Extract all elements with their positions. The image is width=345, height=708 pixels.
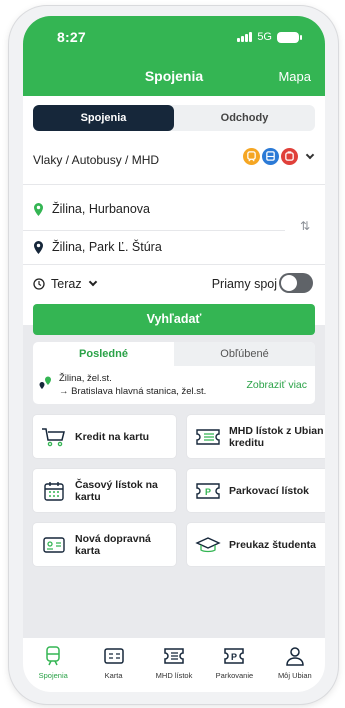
- app-header: 8:27 5G Spojenia Mapa: [23, 16, 325, 96]
- recent-tabs: Posledné Obľúbené: [33, 342, 315, 366]
- tile-label: Preukaz študenta: [229, 538, 316, 551]
- direct-toggle[interactable]: [279, 273, 313, 293]
- route-icon: [39, 376, 51, 389]
- time-select[interactable]: Teraz: [23, 273, 143, 295]
- to-field[interactable]: Žilina, Park Ľ. Štúra: [33, 236, 293, 258]
- to-value: Žilina, Park Ľ. Štúra: [52, 240, 162, 254]
- nav-connections[interactable]: Spojenia: [23, 638, 83, 692]
- tab-departures[interactable]: Odchody: [174, 105, 315, 131]
- recent-item-from: Žilina, žel.st.: [59, 373, 112, 384]
- transport-mode-label: Vlaky / Autobusy / MHD: [33, 153, 160, 167]
- tile-mhd-ticket[interactable]: MHD lístok z Ubian kreditu: [187, 415, 325, 458]
- tab-connections[interactable]: Spojenia: [33, 105, 174, 131]
- train-icon: [243, 148, 260, 165]
- from-field[interactable]: Žilina, Hurbanova: [33, 198, 293, 220]
- search-panel: Spojenia Odchody Vlaky / Autobusy / MHD: [23, 96, 325, 325]
- from-value: Žilina, Hurbanova: [52, 202, 150, 216]
- card-icon: [103, 648, 124, 664]
- nav-mhd-ticket[interactable]: MHD lístok: [144, 638, 204, 692]
- tram-icon: [281, 148, 298, 165]
- bottom-nav: Spojenia Karta MHD lístok P Parkovanie M…: [23, 638, 325, 692]
- tab-recent[interactable]: Posledné: [33, 342, 174, 366]
- tile-label: MHD lístok z Ubian kreditu: [229, 424, 324, 449]
- user-icon: [286, 647, 304, 666]
- divider: [23, 264, 325, 265]
- mode-switch: Spojenia Odchody: [33, 105, 315, 131]
- tile-label: Časový lístok na kartu: [75, 478, 158, 503]
- recent-item[interactable]: Žilina, žel.st. → Bratislava hlavná stan…: [39, 372, 206, 398]
- svg-text:P: P: [205, 487, 211, 497]
- destination-pin-icon: [34, 240, 43, 254]
- nav-label: Karta: [104, 671, 123, 680]
- ticket-icon: [196, 428, 220, 445]
- swap-icon[interactable]: ⇅: [300, 219, 310, 233]
- nav-my-ubian[interactable]: Môj Ubian: [265, 638, 325, 692]
- recent-item-to: → Bratislava hlavná stanica, žel.st.: [59, 386, 207, 397]
- svg-text:P: P: [231, 652, 237, 662]
- show-more-link[interactable]: Zobraziť viac: [246, 379, 307, 391]
- nav-parking[interactable]: P Parkovanie: [204, 638, 264, 692]
- graduation-cap-icon: [195, 536, 221, 552]
- tile-student-card[interactable]: Preukaz študenta: [187, 523, 325, 566]
- divider: [23, 230, 285, 231]
- tile-time-ticket[interactable]: Časový lístok na kartu: [33, 469, 176, 512]
- bus-icon: [262, 148, 279, 165]
- recent-panel: Posledné Obľúbené Žilina, žel.st. → Brat…: [33, 342, 315, 404]
- signal-icon: [237, 32, 253, 42]
- battery-icon: [277, 31, 302, 43]
- search-button[interactable]: Vyhľadať: [33, 304, 315, 335]
- connections-icon: [46, 646, 60, 666]
- nav-label: Spojenia: [38, 671, 68, 680]
- chevron-down-icon: [305, 150, 315, 159]
- tile-new-card[interactable]: Nová dopravná karta: [33, 523, 176, 566]
- parking-icon: P: [224, 648, 245, 664]
- transport-mode-select[interactable]: Vlaky / Autobusy / MHD: [23, 148, 325, 172]
- tile-label: Kredit na kartu: [75, 430, 150, 443]
- tile-label: Parkovací lístok: [229, 484, 309, 497]
- tab-favorites[interactable]: Obľúbené: [174, 342, 315, 366]
- direct-label: Priamy spoj: [211, 277, 277, 291]
- nav-card[interactable]: Karta: [83, 638, 143, 692]
- clock-icon: [33, 278, 45, 290]
- cart-icon: [42, 427, 65, 446]
- status-indicators: 5G: [237, 31, 302, 43]
- tile-parking[interactable]: P Parkovací lístok: [187, 469, 325, 512]
- parking-icon: P: [196, 482, 220, 499]
- ticket-icon: [164, 648, 184, 664]
- status-time: 8:27: [57, 29, 86, 45]
- chevron-down-icon: [88, 277, 97, 287]
- calendar-icon: [44, 481, 64, 501]
- map-link[interactable]: Mapa: [278, 69, 311, 84]
- nav-label: Môj Ubian: [277, 671, 312, 680]
- nav-label: Parkovanie: [215, 671, 254, 680]
- divider: [23, 184, 325, 185]
- transport-icons: [243, 148, 315, 165]
- network-label: 5G: [257, 31, 272, 43]
- nav-label: MHD lístok: [155, 671, 193, 680]
- card-icon: [43, 536, 65, 553]
- phone-frame: 8:27 5G Spojenia Mapa Spojenia Odchody V…: [9, 6, 338, 704]
- toggle-knob: [281, 275, 297, 291]
- tile-credit[interactable]: Kredit na kartu: [33, 415, 176, 458]
- app-screen: 8:27 5G Spojenia Mapa Spojenia Odchody V…: [23, 16, 325, 692]
- time-label: Teraz: [51, 277, 82, 291]
- tile-label: Nová dopravná karta: [75, 532, 151, 557]
- origin-pin-icon: [34, 202, 43, 216]
